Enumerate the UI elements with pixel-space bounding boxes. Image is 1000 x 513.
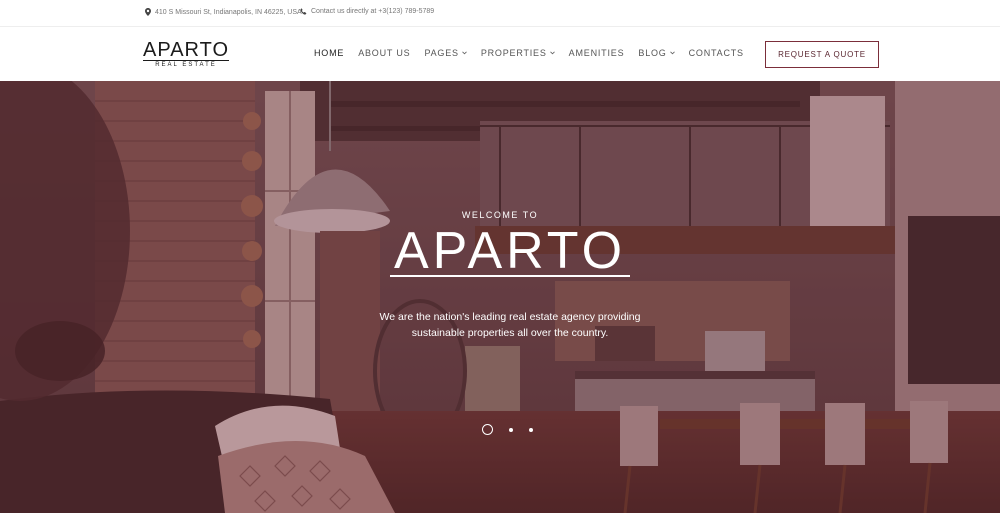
main-nav: HOME ABOUT US PAGES PROPERTIES AMENITIES… xyxy=(314,48,758,58)
nav-label: PAGES xyxy=(424,48,459,58)
nav-item-amenities[interactable]: AMENITIES xyxy=(569,48,625,58)
slider-dot-2[interactable] xyxy=(509,427,513,432)
nav-item-properties[interactable]: PROPERTIES xyxy=(481,48,555,58)
map-pin-icon xyxy=(145,8,151,16)
nav-item-about-us[interactable]: ABOUT US xyxy=(358,48,410,58)
phone-text[interactable]: Contact us directly at +3(123) 789-5789 xyxy=(311,8,434,15)
nav-item-contacts[interactable]: CONTACTS xyxy=(689,48,744,58)
nav-item-blog[interactable]: BLOG xyxy=(638,48,675,58)
nav-label: AMENITIES xyxy=(568,48,625,58)
slider-pagination xyxy=(482,424,533,435)
phone-icon xyxy=(300,8,307,15)
chevron-down-icon xyxy=(549,51,555,55)
hero-description: We are the nation's leading real estate … xyxy=(379,311,641,339)
top-info-bar: 410 S Missouri St, Indianapolis, IN 4622… xyxy=(0,0,1000,27)
site-logo[interactable]: APARTO REAL ESTATE xyxy=(143,39,230,68)
chevron-down-icon xyxy=(461,51,467,55)
chevron-down-icon xyxy=(669,51,675,55)
logo-subtitle: REAL ESTATE xyxy=(155,62,217,68)
nav-label: ABOUT US xyxy=(358,48,411,58)
nav-label: PROPERTIES xyxy=(480,48,547,58)
hero-color-overlay xyxy=(0,81,1000,513)
nav-item-home[interactable]: HOME xyxy=(314,48,344,58)
address-info: 410 S Missouri St, Indianapolis, IN 4622… xyxy=(145,8,302,16)
hero-title-block: APARTO xyxy=(390,225,630,277)
nav-label: HOME xyxy=(314,48,345,58)
phone-info[interactable]: Contact us directly at +3(123) 789-5789 xyxy=(300,8,434,15)
address-text: 410 S Missouri St, Indianapolis, IN 4622… xyxy=(155,8,302,16)
nav-label: CONTACTS xyxy=(688,48,744,58)
nav-label: BLOG xyxy=(638,48,667,58)
hero-welcome-text: WELCOME TO xyxy=(461,210,539,220)
site-header: APARTO REAL ESTATE HOME ABOUT US PAGES P… xyxy=(0,28,1000,81)
slider-dot-1[interactable] xyxy=(482,424,493,435)
logo-name: APARTO xyxy=(143,39,230,61)
hero-title: APARTO xyxy=(393,222,627,280)
hero-slider: WELCOME TO APARTO We are the nation's le… xyxy=(0,81,1000,513)
nav-item-pages[interactable]: PAGES xyxy=(424,48,467,58)
slider-dot-3[interactable] xyxy=(529,427,533,432)
request-quote-button[interactable]: REQUEST A QUOTE xyxy=(765,41,879,68)
